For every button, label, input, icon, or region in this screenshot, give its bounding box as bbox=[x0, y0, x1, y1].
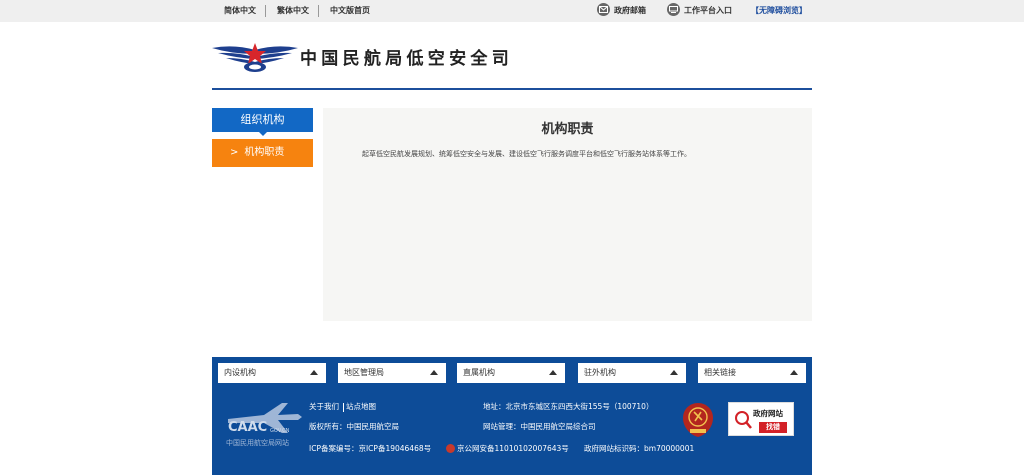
page-title: 机构职责 bbox=[541, 122, 594, 137]
find-error-label: 找错 bbox=[759, 422, 787, 433]
work-platform-link[interactable]: 工作平台入口 bbox=[667, 3, 732, 16]
select-overseas-offices[interactable]: 驻外机构 bbox=[578, 363, 686, 383]
sitemap-link[interactable]: 站点地图 bbox=[346, 402, 376, 412]
chevron-up-icon bbox=[430, 370, 438, 375]
select-regional-admins[interactable]: 地区管理局 bbox=[338, 363, 446, 383]
find-error-title: 政府网站 bbox=[753, 409, 783, 418]
gov-mail-link[interactable]: 政府邮箱 bbox=[597, 3, 646, 16]
select-label: 地区管理局 bbox=[344, 368, 384, 377]
caac-wings-logo-icon[interactable] bbox=[212, 42, 298, 74]
site-id-text: 政府网站标识码：bm70000001 bbox=[584, 444, 695, 453]
sidebar-heading-label: 组织机构 bbox=[240, 113, 285, 126]
chevron-up-icon bbox=[549, 370, 557, 375]
icp-link[interactable]: ICP备案编号：京ICP备19046468号 bbox=[309, 444, 431, 454]
content-panel: 机构职责 起草低空民航发展规划、统筹低空安全与发展、建设低空飞行服务调度平台和低… bbox=[323, 108, 812, 321]
header-divider bbox=[212, 88, 812, 90]
divider bbox=[343, 403, 344, 412]
divider bbox=[318, 5, 319, 17]
select-related-links[interactable]: 相关链接 bbox=[698, 363, 806, 383]
lang-homepage-link[interactable]: 中文版首页 bbox=[330, 6, 370, 16]
address-text: 地址：北京市东城区东四西大街155号（100710） bbox=[483, 402, 654, 411]
sidebar-notch bbox=[259, 132, 267, 136]
accessibility-link[interactable]: 【无障碍浏览】 bbox=[751, 6, 807, 16]
about-us-link[interactable]: 关于我们 bbox=[309, 402, 339, 412]
responsibility-text: 起草低空民航发展规划、统筹低空安全与发展、建设低空飞行服务调度平台和低空飞行服务… bbox=[362, 150, 691, 158]
footer: 内设机构 地区管理局 直属机构 驻外机构 相关链接 CAAC GOV.CN 中国… bbox=[212, 357, 812, 475]
lang-simplified-link[interactable]: 简体中文 bbox=[224, 6, 256, 16]
site-title: 中国民航局低空安全司 bbox=[300, 49, 513, 69]
find-error-badge[interactable]: 政府网站 找错 bbox=[728, 402, 794, 436]
lang-traditional-link[interactable]: 繁体中文 bbox=[277, 6, 309, 16]
select-label: 驻外机构 bbox=[584, 368, 616, 377]
police-record-link[interactable]: 京公网安备11010102007643号 bbox=[457, 444, 569, 454]
mail-icon bbox=[597, 3, 610, 16]
magnifier-icon bbox=[735, 411, 752, 429]
manager-text: 网站管理：中国民用航空局综合司 bbox=[483, 422, 596, 431]
sidebar-item-label: 机构职责 bbox=[244, 147, 285, 158]
caac-wordmark: CAAC bbox=[228, 420, 268, 435]
chevron-up-icon bbox=[790, 370, 798, 375]
select-label: 内设机构 bbox=[224, 368, 256, 377]
caac-domain: GOV.CN bbox=[270, 428, 290, 434]
sidebar-item-responsibilities[interactable]: > 机构职责 bbox=[212, 139, 313, 167]
select-label: 直属机构 bbox=[463, 368, 495, 377]
chevron-up-icon bbox=[670, 370, 678, 375]
party-org-badge-icon[interactable] bbox=[682, 402, 714, 438]
top-bar: 简体中文 繁体中文 中文版首页 政府邮箱 工作平台入口 【无障碍浏览】 bbox=[0, 0, 1024, 22]
gov-mail-label: 政府邮箱 bbox=[614, 6, 646, 15]
copyright-text: 版权所有：中国民用航空局 bbox=[309, 422, 399, 431]
platform-icon bbox=[667, 3, 680, 16]
sidebar-heading: 组织机构 bbox=[212, 108, 313, 136]
work-platform-label: 工作平台入口 bbox=[684, 6, 732, 15]
select-affiliated-orgs[interactable]: 直属机构 bbox=[457, 363, 565, 383]
divider bbox=[265, 5, 266, 17]
select-label: 相关链接 bbox=[704, 368, 736, 377]
chevron-up-icon bbox=[310, 370, 318, 375]
chevron-right-icon: > bbox=[230, 147, 239, 158]
police-emblem-icon bbox=[446, 444, 455, 453]
caac-subtitle: 中国民用航空局网站 bbox=[226, 439, 289, 447]
select-internal-departments[interactable]: 内设机构 bbox=[218, 363, 326, 383]
